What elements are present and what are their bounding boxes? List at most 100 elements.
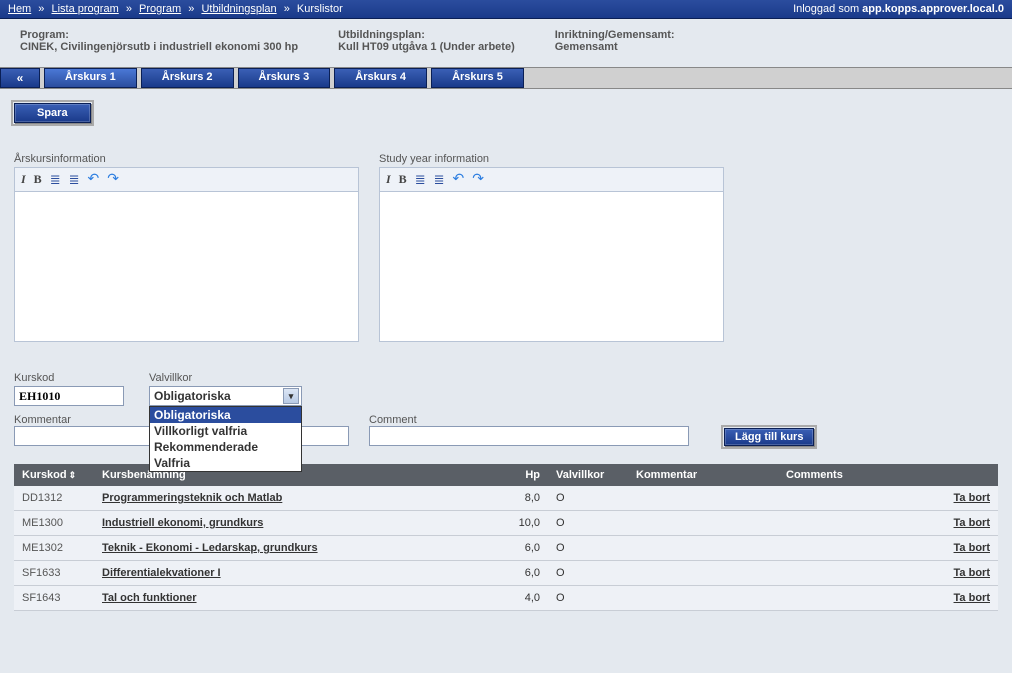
th-valvillkor[interactable]: Valvillkor bbox=[548, 464, 628, 486]
cell-name: Teknik - Ekonomi - Ledarskap, grundkurs bbox=[94, 536, 498, 561]
header-inriktning: Inriktning/Gemensamt: Gemensamt bbox=[555, 29, 675, 53]
valvillkor-option-obligatoriska[interactable]: Obligatoriska bbox=[150, 407, 301, 423]
numlist-icon[interactable]: ≣ bbox=[69, 172, 80, 188]
cell-comments bbox=[778, 511, 928, 536]
kurskod-input[interactable] bbox=[14, 386, 124, 406]
course-link[interactable]: Tal och funktioner bbox=[102, 592, 197, 604]
undo-icon[interactable]: ↶ bbox=[88, 171, 100, 188]
table-row: SF1643 Tal och funktioner 4,0O Ta bort bbox=[14, 586, 998, 611]
kurskod-label: Kurskod bbox=[14, 372, 129, 384]
cell-kommentar bbox=[628, 561, 778, 586]
cell-kommentar bbox=[628, 486, 778, 511]
tab-arskurs-3[interactable]: Årskurs 3 bbox=[238, 68, 331, 88]
tab-back-button[interactable]: « bbox=[0, 68, 40, 88]
bold-icon[interactable]: B bbox=[34, 172, 42, 187]
valvillkor-option-rekommenderade[interactable]: Rekommenderade bbox=[150, 439, 301, 455]
tab-arskurs-1[interactable]: Årskurs 1 bbox=[44, 68, 137, 88]
valvillkor-dropdown: Obligatoriska Villkorligt valfria Rekomm… bbox=[149, 406, 302, 472]
header-info: Program: CINEK, Civilingenjörsutb i indu… bbox=[0, 19, 1012, 67]
login-user: app.kopps.approver.local.0 bbox=[862, 3, 1004, 15]
kurskod-field-wrap: Kurskod bbox=[14, 372, 129, 406]
course-link[interactable]: Industriell ekonomi, grundkurs bbox=[102, 517, 263, 529]
cell-hp: 10,0 bbox=[498, 511, 548, 536]
th-comments[interactable]: Comments bbox=[778, 464, 928, 486]
cell-val: O bbox=[548, 536, 628, 561]
breadcrumb-lista-program[interactable]: Lista program bbox=[51, 3, 118, 15]
inriktning-label: Inriktning/Gemensamt: bbox=[555, 29, 675, 41]
cell-delete: Ta bort bbox=[928, 586, 998, 611]
cell-val: O bbox=[548, 511, 628, 536]
cell-hp: 8,0 bbox=[498, 486, 548, 511]
delete-link[interactable]: Ta bort bbox=[954, 542, 990, 554]
chevron-down-icon[interactable]: ▾ bbox=[283, 388, 299, 404]
login-info: Inloggad som app.kopps.approver.local.0 bbox=[793, 3, 1004, 15]
redo-icon[interactable]: ↷ bbox=[472, 171, 484, 188]
delete-link[interactable]: Ta bort bbox=[954, 592, 990, 604]
utbplan-label: Utbildningsplan: bbox=[338, 29, 515, 41]
save-button[interactable]: Spara bbox=[14, 103, 91, 123]
bold-icon[interactable]: B bbox=[399, 172, 407, 187]
editor-left-area[interactable] bbox=[14, 192, 359, 342]
course-link[interactable]: Teknik - Ekonomi - Ledarskap, grundkurs bbox=[102, 542, 318, 554]
cell-kommentar bbox=[628, 586, 778, 611]
program-value: CINEK, Civilingenjörsutb i industriell e… bbox=[20, 41, 298, 53]
editor-left-toolbar: I B ≣ ≣ ↶ ↷ bbox=[14, 167, 359, 192]
bulletlist-icon[interactable]: ≣ bbox=[415, 172, 426, 188]
delete-link[interactable]: Ta bort bbox=[954, 567, 990, 579]
cell-comments bbox=[778, 536, 928, 561]
delete-link[interactable]: Ta bort bbox=[954, 517, 990, 529]
editor-right: Study year information I B ≣ ≣ ↶ ↷ bbox=[379, 153, 724, 342]
breadcrumb-utbildningsplan[interactable]: Utbildningsplan bbox=[201, 3, 276, 15]
cell-comments bbox=[778, 486, 928, 511]
table-row: SF1633Differentialekvationer I6,0OTa bor… bbox=[14, 561, 998, 586]
table-row: ME1300 Industriell ekonomi, grundkurs 10,0… bbox=[14, 511, 998, 536]
th-hp[interactable]: Hp bbox=[498, 464, 548, 486]
editor-right-area[interactable] bbox=[379, 192, 724, 342]
valvillkor-option-villkorligt[interactable]: Villkorligt valfria bbox=[150, 423, 301, 439]
cell-val: O bbox=[548, 586, 628, 611]
course-link[interactable]: Programmeringsteknik och Matlab bbox=[102, 492, 282, 504]
delete-link[interactable]: Ta bort bbox=[954, 492, 990, 504]
breadcrumb-bar: Hem » Lista program » Program » Utbildni… bbox=[0, 0, 1012, 19]
course-table: Kurskod⇕ Kursbenämning Hp Valvillkor Kom… bbox=[14, 464, 998, 611]
valvillkor-selected: Obligatoriska bbox=[154, 389, 231, 403]
cell-code: ME1300 bbox=[14, 511, 94, 536]
th-kommentar[interactable]: Kommentar bbox=[628, 464, 778, 486]
undo-icon[interactable]: ↶ bbox=[453, 171, 465, 188]
tab-arskurs-2[interactable]: Årskurs 2 bbox=[141, 68, 234, 88]
tab-arskurs-5[interactable]: Årskurs 5 bbox=[431, 68, 524, 88]
breadcrumb-program[interactable]: Program bbox=[139, 3, 181, 15]
content: Spara Årskursinformation I B ≣ ≣ ↶ ↷ Stu… bbox=[0, 89, 1012, 625]
cell-code: SF1643 bbox=[14, 586, 94, 611]
editor-right-label: Study year information bbox=[379, 153, 724, 165]
th-kurskod[interactable]: Kurskod⇕ bbox=[14, 464, 94, 486]
kommentar-label: Kommentar bbox=[14, 414, 71, 426]
sort-icon: ⇕ bbox=[69, 470, 77, 480]
utbplan-value: Kull HT09 utgåva 1 (Under arbete) bbox=[338, 41, 515, 53]
cell-code: DD1312 bbox=[14, 486, 94, 511]
bulletlist-icon[interactable]: ≣ bbox=[50, 172, 61, 188]
cell-name: Programmeringsteknik och Matlab bbox=[94, 486, 498, 511]
numlist-icon[interactable]: ≣ bbox=[434, 172, 445, 188]
cell-val: O bbox=[548, 561, 628, 586]
redo-icon[interactable]: ↷ bbox=[107, 171, 119, 188]
italic-icon[interactable]: I bbox=[386, 172, 391, 187]
tab-arskurs-4[interactable]: Årskurs 4 bbox=[334, 68, 427, 88]
valvillkor-select[interactable]: Obligatoriska ▾ bbox=[149, 386, 302, 406]
cell-delete: Ta bort bbox=[928, 561, 998, 586]
table-row: DD1312 Programmeringsteknik och Matlab 8,0… bbox=[14, 486, 998, 511]
breadcrumb: Hem » Lista program » Program » Utbildni… bbox=[8, 3, 343, 15]
comment-input[interactable] bbox=[369, 426, 689, 446]
course-link[interactable]: Differentialekvationer I bbox=[102, 567, 221, 579]
cell-code: ME1302 bbox=[14, 536, 94, 561]
cell-val: O bbox=[548, 486, 628, 511]
breadcrumb-hem[interactable]: Hem bbox=[8, 3, 31, 15]
add-course-button[interactable]: Lägg till kurs bbox=[724, 428, 814, 446]
cell-hp: 4,0 bbox=[498, 586, 548, 611]
valvillkor-field-wrap: Valvillkor Obligatoriska ▾ Obligatoriska… bbox=[149, 372, 302, 406]
editor-left: Årskursinformation I B ≣ ≣ ↶ ↷ bbox=[14, 153, 359, 342]
cell-comments bbox=[778, 586, 928, 611]
cell-comments bbox=[778, 561, 928, 586]
valvillkor-option-valfria[interactable]: Valfria bbox=[150, 455, 301, 471]
italic-icon[interactable]: I bbox=[21, 172, 26, 187]
